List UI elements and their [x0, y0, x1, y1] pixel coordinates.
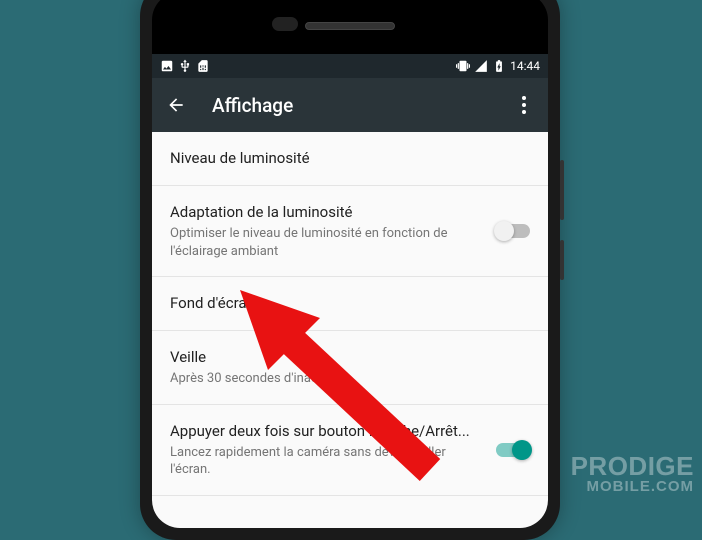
power-button — [560, 240, 564, 280]
status-bar: 14:44 — [152, 54, 548, 78]
watermark: PRODIGE MOBILE.COM — [571, 453, 694, 494]
status-left-icons — [160, 59, 210, 73]
sleep-item[interactable]: Veille Après 30 secondes d'inactivité — [152, 331, 548, 405]
watermark-line1: PRODIGE — [571, 453, 694, 479]
wallpaper-item[interactable]: Fond d'écran — [152, 277, 548, 331]
item-subtitle: Après 30 secondes d'inactivité — [170, 370, 530, 388]
more-options-icon[interactable] — [514, 96, 534, 114]
item-subtitle: Optimiser le niveau de luminosité en fon… — [170, 225, 484, 260]
watermark-line2: MOBILE.COM — [571, 479, 694, 494]
vibrate-icon — [456, 59, 470, 73]
status-time: 14:44 — [510, 59, 540, 73]
earpiece-speaker — [305, 22, 395, 30]
signal-icon — [474, 59, 488, 73]
app-bar: Affichage — [152, 78, 548, 132]
volume-button — [560, 160, 564, 220]
settings-list: Niveau de luminosité Adaptation de la lu… — [152, 132, 548, 496]
status-right-icons: 14:44 — [456, 59, 540, 73]
double-tap-power-item[interactable]: Appuyer deux fois sur bouton Marche/Arrê… — [152, 405, 548, 496]
phone-bezel: 14:44 Affichage Niveau de luminosité — [152, 0, 548, 528]
item-title: Adaptation de la luminosité — [170, 202, 484, 223]
item-title: Niveau de luminosité — [170, 148, 530, 169]
adaptive-brightness-item[interactable]: Adaptation de la luminosité Optimiser le… — [152, 186, 548, 277]
double-tap-power-toggle[interactable] — [496, 443, 530, 457]
usb-icon — [178, 59, 192, 73]
item-title: Appuyer deux fois sur bouton Marche/Arrê… — [170, 421, 484, 442]
brightness-level-item[interactable]: Niveau de luminosité — [152, 132, 548, 186]
proximity-sensor — [272, 17, 298, 31]
battery-charging-icon — [492, 59, 506, 73]
item-title: Veille — [170, 347, 530, 368]
item-subtitle: Lancez rapidement la caméra sans déverro… — [170, 444, 484, 479]
back-arrow-icon[interactable] — [166, 95, 186, 115]
image-icon — [160, 59, 174, 73]
adaptive-brightness-toggle[interactable] — [496, 224, 530, 238]
phone-screen: 14:44 Affichage Niveau de luminosité — [152, 54, 548, 528]
sim-icon — [196, 59, 210, 73]
app-bar-title: Affichage — [212, 94, 488, 117]
phone-frame: 14:44 Affichage Niveau de luminosité — [140, 0, 560, 540]
item-title: Fond d'écran — [170, 293, 530, 314]
